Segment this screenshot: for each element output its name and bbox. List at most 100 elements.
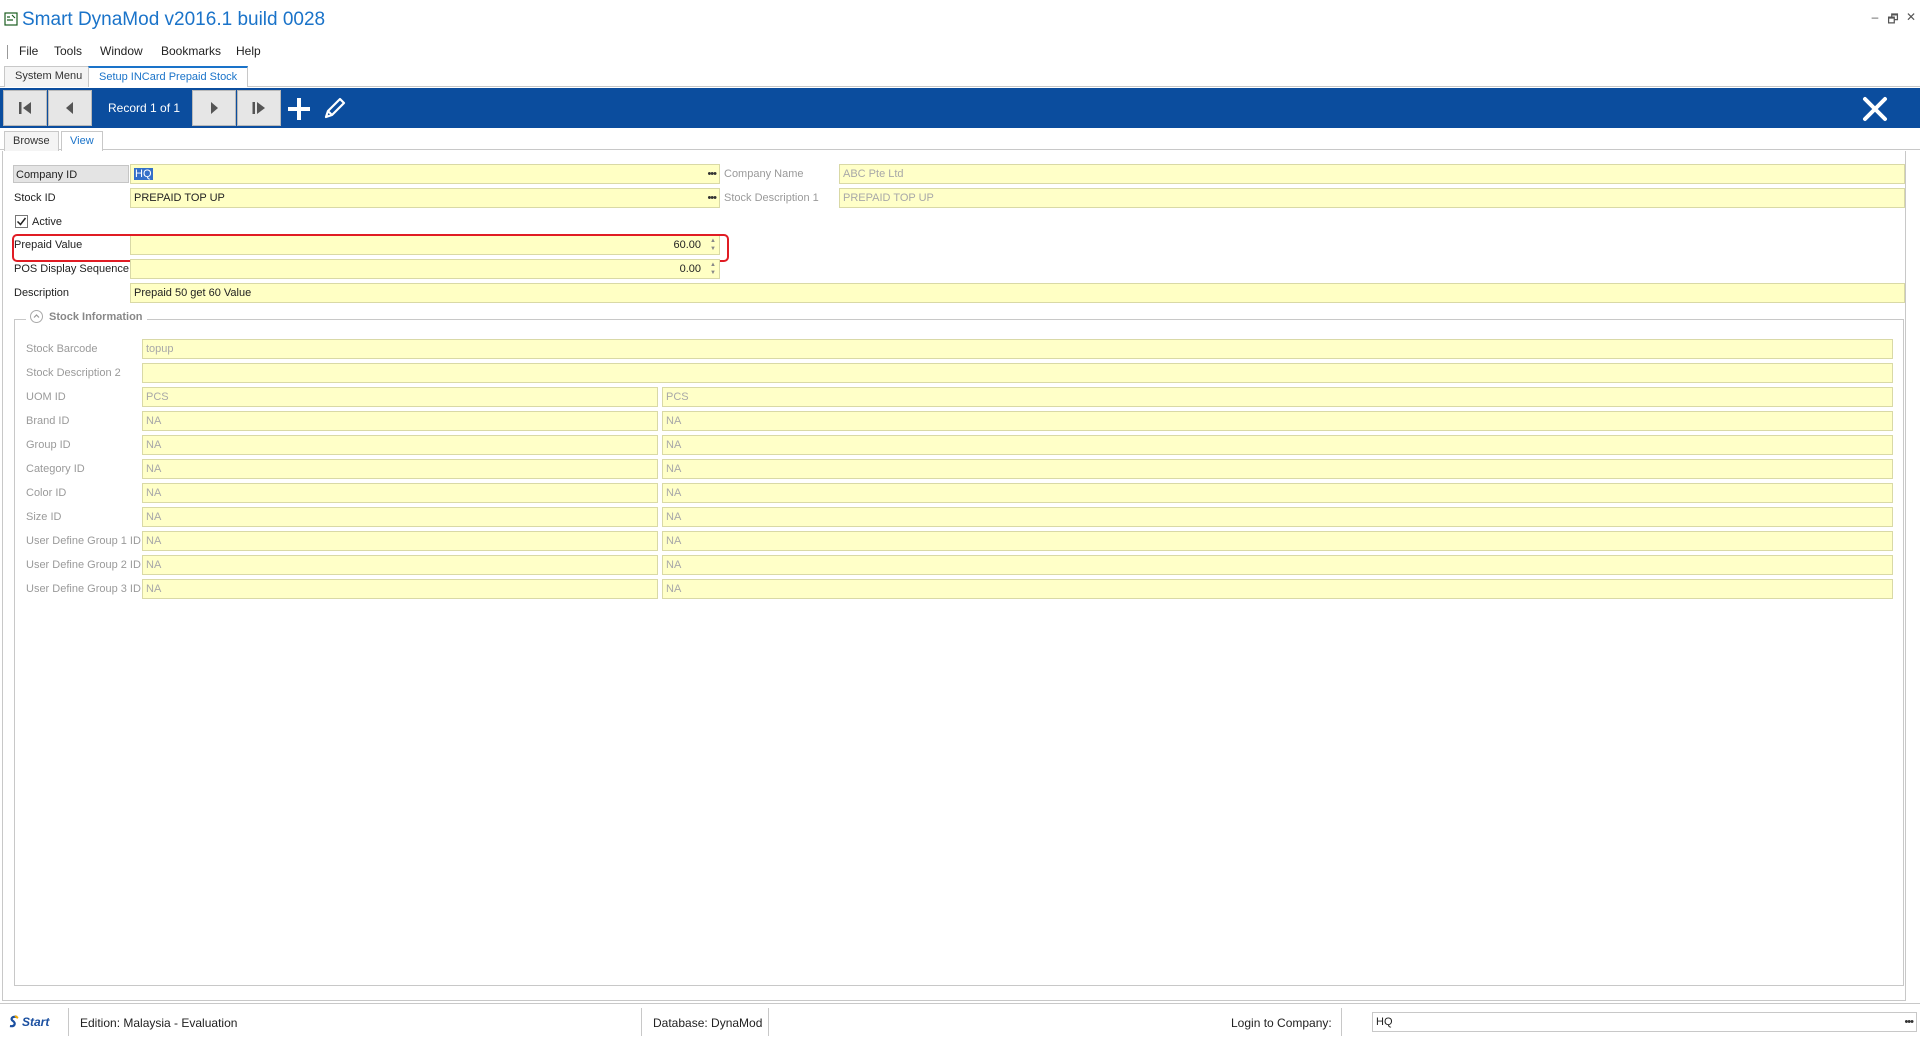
group-id-label: Group ID (26, 439, 71, 451)
user-define-group-2-id-field: NA (142, 555, 658, 575)
category-id-field: NA (142, 459, 658, 479)
user-define-group-1-name-field: NA (662, 531, 1893, 551)
user-define-group-2-name-field: NA (662, 555, 1893, 575)
brand-id-field: NA (142, 411, 658, 431)
stock-information-header[interactable]: Stock Information (26, 310, 147, 323)
close-form-icon[interactable] (1860, 94, 1890, 124)
color-name-field: NA (662, 483, 1893, 503)
category-name-field: NA (662, 459, 1893, 479)
previous-record-button[interactable] (48, 90, 92, 126)
active-label: Active (32, 216, 62, 228)
status-divider (641, 1008, 642, 1036)
tab-setup-incard-prepaid-stock[interactable]: Setup INCard Prepaid Stock (88, 66, 249, 87)
login-company-value: HQ (1376, 1016, 1393, 1028)
stock-description-1-field: PREPAID TOP UP (839, 188, 1905, 208)
status-bar: Start Edition: Malaysia - Evaluation Dat… (0, 1003, 1920, 1040)
app-icon (4, 12, 18, 26)
stock-barcode-label: Stock Barcode (26, 343, 98, 355)
company-id-value: HQ (134, 168, 153, 180)
description-label: Description (14, 287, 70, 299)
user-define-group-1-id-field: NA (142, 531, 658, 551)
next-record-button[interactable] (192, 90, 236, 126)
edition-text: Edition: Malaysia - Evaluation (80, 1016, 238, 1030)
menu-grip (7, 45, 8, 59)
stock-information-title: Stock Information (49, 310, 143, 323)
checkmark-icon (16, 217, 27, 226)
group-id-field: NA (142, 435, 658, 455)
start-button[interactable]: Start (8, 1015, 49, 1029)
menu-file[interactable]: File (19, 44, 38, 58)
edit-pencil-icon[interactable] (320, 95, 348, 123)
active-checkbox[interactable] (15, 215, 28, 228)
pos-display-sequence-spinner[interactable]: ▲ ▼ (710, 261, 716, 277)
stock-id-field[interactable]: PREPAID TOP UP ••• (130, 188, 720, 208)
user-define-group-2-id-label: User Define Group 2 ID (26, 559, 141, 571)
pos-display-sequence-label: POS Display Sequence (14, 263, 129, 275)
tab-view[interactable]: View (61, 131, 103, 151)
company-id-label: Company ID (13, 165, 129, 183)
user-define-group-3-name-field: NA (662, 579, 1893, 599)
status-divider (68, 1008, 69, 1036)
start-label: Start (22, 1015, 50, 1029)
collapse-chevron-icon[interactable] (30, 310, 43, 323)
stock-description-1-label: Stock Description 1 (724, 192, 819, 204)
next-record-icon (211, 102, 218, 114)
menu-help[interactable]: Help (236, 44, 261, 58)
minimize-button[interactable]: – (1868, 10, 1882, 24)
last-record-icon (252, 102, 265, 114)
company-id-lookup-button[interactable]: ••• (707, 165, 717, 183)
menu-bar: File Tools Window Bookmarks Help (0, 40, 1920, 62)
pos-display-sequence-field[interactable]: 0.00 ▲ ▼ (130, 259, 720, 279)
size-id-label: Size ID (26, 511, 62, 523)
close-window-button[interactable]: ✕ (1904, 10, 1918, 24)
previous-record-icon (66, 102, 73, 114)
highlight-annotation (12, 234, 729, 262)
color-id-field: NA (142, 483, 658, 503)
first-record-button[interactable] (3, 90, 47, 126)
view-tabs: Browse View (0, 130, 1920, 151)
uom-id-label: UOM ID (26, 391, 66, 403)
record-toolbar: Record 1 of 1 (0, 88, 1920, 128)
title-bar: Smart DynaMod v2016.1 build 0028 – 🗗 ✕ (0, 0, 1920, 40)
user-define-group-3-id-field: NA (142, 579, 658, 599)
group-name-field: NA (662, 435, 1893, 455)
company-name-field: ABC Pte Ltd (839, 164, 1905, 184)
brand-name-field: NA (662, 411, 1893, 431)
menu-window[interactable]: Window (100, 44, 143, 58)
tab-system-menu[interactable]: System Menu (4, 66, 94, 87)
uom-name-field: PCS (662, 387, 1893, 407)
menu-bookmarks[interactable]: Bookmarks (161, 44, 221, 58)
menu-tools[interactable]: Tools (54, 44, 82, 58)
pos-display-sequence-value: 0.00 (679, 263, 701, 275)
uom-id-field: PCS (142, 387, 658, 407)
status-divider (768, 1008, 769, 1036)
add-icon[interactable] (285, 95, 313, 123)
stock-id-value: PREPAID TOP UP (134, 192, 225, 204)
login-company-lookup-button[interactable]: ••• (1904, 1013, 1914, 1031)
chevron-up-icon (33, 314, 40, 318)
login-company-field[interactable]: HQ ••• (1372, 1012, 1917, 1032)
stock-id-lookup-button[interactable]: ••• (707, 189, 717, 207)
tab-browse[interactable]: Browse (4, 131, 59, 151)
stock-description-2-field (142, 363, 1893, 383)
color-id-label: Color ID (26, 487, 67, 499)
last-record-button[interactable] (237, 90, 281, 126)
company-name-label: Company Name (724, 168, 804, 180)
restore-button[interactable]: 🗗 (1886, 10, 1900, 31)
record-position-label: Record 1 of 1 (108, 101, 181, 115)
start-logo-icon (9, 1015, 19, 1028)
company-id-field[interactable]: HQ ••• (130, 164, 720, 184)
window-title: Smart DynaMod v2016.1 build 0028 (22, 9, 326, 30)
category-id-label: Category ID (26, 463, 85, 475)
description-field[interactable]: Prepaid 50 get 60 Value (130, 283, 1905, 303)
user-define-group-3-id-label: User Define Group 3 ID (26, 583, 141, 595)
stock-barcode-field: topup (142, 339, 1893, 359)
stock-id-label: Stock ID (14, 192, 56, 204)
size-id-field: NA (142, 507, 658, 527)
status-divider (1341, 1008, 1342, 1036)
brand-id-label: Brand ID (26, 415, 70, 427)
size-name-field: NA (662, 507, 1893, 527)
stock-description-2-label: Stock Description 2 (26, 367, 121, 379)
login-company-label: Login to Company: (1231, 1016, 1332, 1030)
user-define-group-1-id-label: User Define Group 1 ID (26, 535, 141, 547)
